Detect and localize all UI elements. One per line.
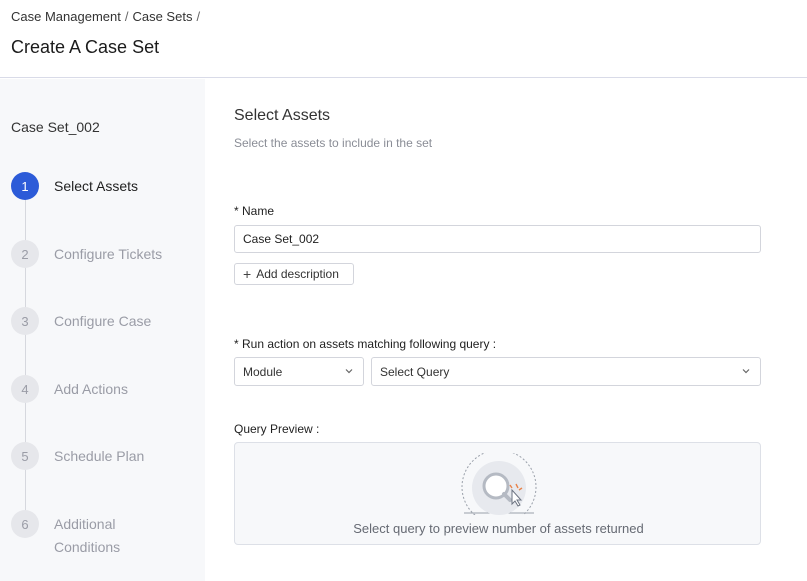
step-label: Add Actions: [54, 381, 128, 397]
step-number: 4: [11, 375, 39, 403]
step-configure-case[interactable]: 3 Configure Case: [11, 307, 201, 335]
chevron-down-icon: [345, 369, 353, 374]
page-header: Case Management / Case Sets / Create A Case…: [0, 0, 807, 78]
breadcrumb-separator: /: [124, 9, 129, 24]
step-label: Select Assets: [54, 178, 139, 194]
breadcrumb: Case Management / Case Sets /: [11, 9, 204, 24]
step-label: Configure Tickets: [54, 246, 163, 262]
add-description-label: Add description: [256, 267, 339, 281]
query-preview-message: Select query to preview number of assets…: [353, 521, 644, 536]
page-title: Create A Case Set: [11, 37, 160, 57]
query-preview-label: Query Preview :: [234, 422, 320, 436]
plus-icon: +: [243, 266, 252, 282]
query-select-value: Select Query: [380, 364, 450, 379]
steps-sidebar: Case Set_002 1 Select Assets 2 Configure…: [0, 79, 205, 581]
query-preview-panel: Select query to preview number of assets…: [234, 442, 761, 545]
step-schedule-plan[interactable]: 5 Schedule Plan: [11, 442, 201, 470]
step-add-actions[interactable]: 4 Add Actions: [11, 375, 201, 403]
step-number: 1: [11, 172, 39, 200]
module-select-value: Module: [243, 364, 283, 379]
chevron-down-icon: [742, 369, 750, 374]
breadcrumb-case-management[interactable]: Case Management: [11, 9, 121, 24]
module-select[interactable]: Module: [234, 357, 364, 386]
step-label: Configure Case: [54, 313, 152, 329]
step-label-line2: Conditions: [54, 539, 121, 555]
step-number: 3: [11, 307, 39, 335]
main-content: Select Assets Select the assets to inclu…: [205, 79, 807, 581]
step-number: 5: [11, 442, 39, 470]
name-input[interactable]: [234, 225, 761, 253]
step-number: 2: [11, 240, 39, 268]
steps-connector-line: [25, 185, 26, 530]
case-set-name: Case Set_002: [11, 119, 100, 135]
breadcrumb-separator: /: [196, 9, 201, 24]
step-configure-tickets[interactable]: 2 Configure Tickets: [11, 240, 201, 268]
add-description-button[interactable]: + Add description: [234, 263, 354, 285]
step-select-assets[interactable]: 1 Select Assets: [11, 172, 201, 200]
name-label: * Name: [234, 204, 275, 218]
section-subtitle: Select the assets to include in the set: [234, 136, 433, 150]
step-label: Schedule Plan: [54, 448, 145, 464]
query-label: * Run action on assets matching followin…: [234, 337, 497, 351]
step-additional-conditions[interactable]: 6 Additional Conditions: [11, 510, 201, 566]
query-select[interactable]: Select Query: [371, 357, 761, 386]
step-number: 6: [11, 510, 39, 538]
query-search-illustration-icon: [461, 453, 537, 515]
breadcrumb-case-sets[interactable]: Case Sets: [132, 9, 192, 24]
section-title: Select Assets: [234, 107, 331, 124]
